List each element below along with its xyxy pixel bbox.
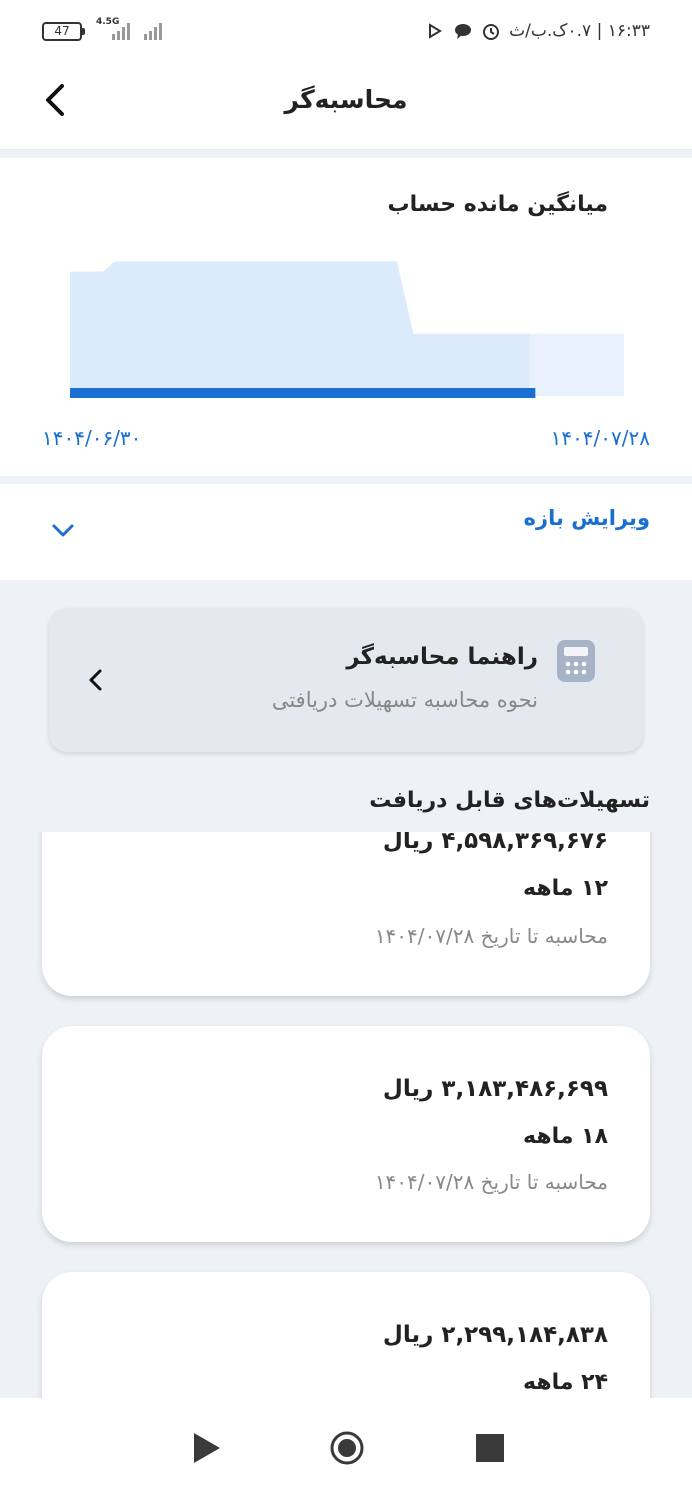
signal-icon-2 xyxy=(144,23,162,40)
page-title: محاسبه‌گر xyxy=(284,85,408,114)
guide-title: راهنما محاسبه‌گر xyxy=(346,644,538,670)
calculator-guide-card[interactable]: راهنما محاسبه‌گر نحوه محاسبه تسهیلات دری… xyxy=(49,608,643,752)
app-header: محاسبه‌گر xyxy=(0,50,692,150)
balance-chart xyxy=(70,261,624,398)
chevron-down-icon[interactable] xyxy=(50,520,76,540)
play-triangle-icon[interactable] xyxy=(186,1428,226,1468)
play-store-icon xyxy=(429,23,443,39)
square-icon[interactable] xyxy=(470,1428,510,1468)
status-time: ۱۶:۳۳ | ۰.۷ک.ب/ث xyxy=(509,21,650,41)
edit-range-label[interactable]: ویرایش بازه xyxy=(524,506,650,530)
chart-range-bar xyxy=(70,388,536,398)
loan-term: ۱۲ ماهه xyxy=(523,876,608,901)
loan-amount: ۴,۵۹۸,۳۶۹,۶۷۶ ریال xyxy=(382,832,608,854)
chevron-left-icon[interactable] xyxy=(36,80,76,120)
balance-chart-section: میانگین مانده حساب ۱۴۰۴/۰۶/۳۰ ۱۴۰۴/۰۷/۲۸ xyxy=(0,158,692,476)
edit-range-row[interactable]: ویرایش بازه xyxy=(0,484,692,580)
system-nav-bar xyxy=(0,1398,692,1500)
loans-section-title: تسهیلات‌های قابل دریافت xyxy=(369,788,650,813)
loan-amount: ۲,۲۹۹,۱۸۴,۸۳۸ ریال xyxy=(382,1322,608,1348)
guide-subtitle: نحوه محاسبه تسهیلات دریافتی xyxy=(271,688,538,712)
chart-area xyxy=(70,261,530,396)
loan-card[interactable]: ۳,۱۸۳,۴۸۶,۶۹۹ ریال ۱۸ ماهه محاسبه تا تار… xyxy=(42,1026,650,1242)
status-bar: 47 4.5G ۱۶:۳۳ | ۰.۷ک.ب/ث xyxy=(0,0,692,50)
loan-calc-date: محاسبه تا تاریخ ۱۴۰۴/۰۷/۲۸ xyxy=(374,1170,608,1194)
calculator-icon xyxy=(557,640,595,682)
signal-icon xyxy=(112,23,130,40)
status-right-group: ۱۶:۳۳ | ۰.۷ک.ب/ث xyxy=(425,18,650,44)
chart-area-faded xyxy=(529,333,624,396)
message-icon xyxy=(455,24,472,39)
loan-card[interactable]: ۴,۵۹۸,۳۶۹,۶۷۶ ریال ۱۲ ماهه محاسبه تا تار… xyxy=(42,832,650,996)
loan-list[interactable]: ۴,۵۹۸,۳۶۹,۶۷۶ ریال ۱۲ ماهه محاسبه تا تار… xyxy=(0,832,692,1398)
loan-card[interactable]: ۲,۲۹۹,۱۸۴,۸۳۸ ریال ۲۴ ماهه xyxy=(42,1272,650,1398)
chart-end-date: ۱۴۰۴/۰۷/۲۸ xyxy=(550,426,650,450)
loan-amount: ۳,۱۸۳,۴۸۶,۶۹۹ ریال xyxy=(382,1076,608,1102)
battery-level: 47 xyxy=(54,24,70,38)
home-circle-icon[interactable] xyxy=(327,1428,367,1468)
chart-start-date: ۱۴۰۴/۰۶/۳۰ xyxy=(42,426,142,450)
alarm-icon xyxy=(483,24,500,40)
loan-term: ۲۴ ماهه xyxy=(523,1370,608,1395)
chevron-left-icon[interactable] xyxy=(87,668,105,692)
loan-calc-date: محاسبه تا تاریخ ۱۴۰۴/۰۷/۲۸ xyxy=(374,924,608,948)
loan-term: ۱۸ ماهه xyxy=(523,1124,608,1149)
battery-icon: 47 xyxy=(42,22,85,41)
